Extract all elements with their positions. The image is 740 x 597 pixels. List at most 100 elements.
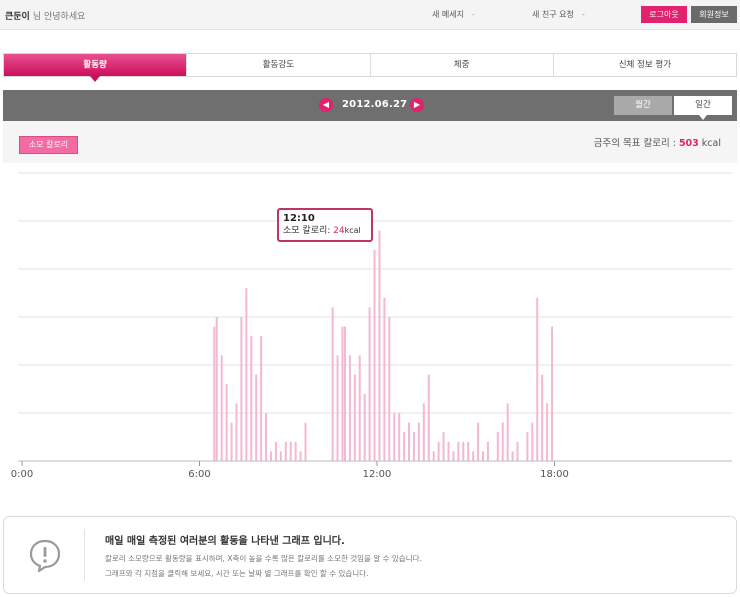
daily-view-button[interactable]: 일간 (674, 96, 732, 120)
chart-bar-1[interactable] (215, 317, 218, 461)
chart-bar-61[interactable] (541, 374, 544, 461)
chart-bar-63[interactable] (551, 326, 554, 461)
new-message-count: - (471, 10, 475, 19)
chart-bar-23[interactable] (343, 326, 346, 461)
chart-bar-51[interactable] (482, 451, 485, 461)
goal-unit: kcal (698, 138, 721, 149)
chart-bar-28[interactable] (368, 307, 371, 461)
chart-bar-15[interactable] (284, 441, 287, 461)
tooltip-value: 24 (333, 226, 345, 236)
chart-bar-44[interactable] (447, 441, 450, 461)
chart-bar-62[interactable] (546, 403, 549, 461)
current-date: 2012.06.27 (342, 99, 408, 110)
chart-bar-38[interactable] (417, 422, 420, 461)
tab-body-evaluation[interactable]: 신체 정보 평가 (554, 54, 736, 76)
chevron-right-icon: ▶ (413, 100, 421, 109)
chart-bar-56[interactable] (511, 451, 514, 461)
chart-axis: 0:00 6:00 12:00 18:00 (11, 460, 732, 480)
chart-bar-17[interactable] (294, 441, 297, 461)
chart-bar-2[interactable] (220, 355, 223, 461)
friend-request-link[interactable]: 새 친구 요청 - (532, 9, 585, 20)
chart-bar-13[interactable] (274, 441, 277, 461)
sub-bar: 소모 칼로리 금주의 목표 칼로리 : 503 kcal (3, 121, 737, 163)
chart-bar-50[interactable] (477, 422, 480, 461)
user-name: 큰둔이 (5, 12, 30, 22)
chart-bar-10[interactable] (260, 336, 263, 461)
greeting-text: 님 안녕하세요 (32, 12, 86, 22)
logout-button[interactable]: 로그아웃 (641, 6, 687, 23)
chart-bar-11[interactable] (265, 413, 268, 461)
chart-bar-53[interactable] (496, 432, 499, 461)
chart-bar-25[interactable] (353, 374, 356, 461)
chart-bar-32[interactable] (388, 317, 391, 461)
chart-bar-54[interactable] (501, 422, 504, 461)
chart-bar-34[interactable] (398, 413, 401, 461)
chart-bar-42[interactable] (437, 441, 440, 461)
chart-bar-6[interactable] (240, 317, 243, 461)
chart-bar-0[interactable] (213, 326, 216, 461)
tab-intensity[interactable]: 활동강도 (187, 54, 371, 76)
chart-bar-35[interactable] (403, 432, 406, 461)
main-tabs: 활동량 활동강도 체중 신체 정보 평가 (3, 53, 737, 82)
friend-request-count: - (581, 10, 585, 19)
member-info-button[interactable]: 회원정보 (691, 6, 737, 23)
chart-bar-31[interactable] (383, 297, 386, 461)
exclamation-icon (29, 539, 61, 572)
chart-bar-59[interactable] (531, 422, 534, 461)
chart-bar-7[interactable] (245, 288, 248, 461)
chart-bar-30[interactable] (378, 230, 381, 461)
chart-bar-8[interactable] (250, 336, 253, 461)
chart-bar-58[interactable] (526, 432, 529, 461)
chart-bar-33[interactable] (393, 413, 396, 461)
chart-bar-55[interactable] (506, 403, 509, 461)
chart-bar-43[interactable] (442, 432, 445, 461)
greeting: 큰둔이 님 안녕하세요 (5, 9, 85, 22)
chart-bar-39[interactable] (422, 403, 425, 461)
chart-bar-5[interactable] (235, 403, 238, 461)
tooltip-label: 소모 칼로리: (283, 226, 334, 236)
chart-bar-37[interactable] (412, 432, 415, 461)
tab-activity[interactable]: 활동량 (4, 54, 188, 82)
tab-weight[interactable]: 체중 (371, 54, 554, 76)
chart-bar-46[interactable] (457, 441, 460, 461)
chart-bar-45[interactable] (452, 451, 455, 461)
prev-date-button[interactable]: ◀ (319, 98, 333, 112)
chart-bar-16[interactable] (289, 441, 292, 461)
chart-bar-26[interactable] (358, 355, 361, 461)
top-bar: 큰둔이 님 안녕하세요 새 메세지 - 새 친구 요청 - 로그아웃 회원정보 (0, 0, 740, 30)
chart-bar-4[interactable] (230, 422, 233, 461)
chart-bar-49[interactable] (472, 451, 475, 461)
chart-bar-19[interactable] (304, 422, 307, 461)
chart-bar-48[interactable] (467, 441, 470, 461)
chart-bar-52[interactable] (486, 441, 489, 461)
chart-bar-47[interactable] (462, 441, 465, 461)
chart-bar-27[interactable] (363, 393, 366, 461)
chart-bar-3[interactable] (225, 384, 228, 461)
tooltip-time: 12:10 (283, 213, 315, 224)
chevron-left-icon: ◀ (322, 100, 330, 109)
chart-bar-57[interactable] (516, 441, 519, 461)
next-date-button[interactable]: ▶ (410, 98, 424, 112)
chart-bar-36[interactable] (408, 422, 411, 461)
chart-bar-24[interactable] (348, 355, 351, 461)
chart-bar-20[interactable] (331, 307, 334, 461)
chart-bar-22[interactable] (341, 326, 344, 461)
chart-bar-18[interactable] (299, 451, 302, 461)
monthly-view-button[interactable]: 월간 (614, 96, 672, 115)
weekly-goal: 금주의 목표 칼로리 : 503 kcal (594, 135, 721, 149)
chart-bar-40[interactable] (427, 374, 430, 461)
info-line-1: 칼로리 소모량으로 활동량을 표시하며, X축이 높을 수록 많은 칼로리를 소… (105, 554, 422, 563)
calorie-button[interactable]: 소모 칼로리 (19, 136, 78, 154)
goal-value: 503 (678, 138, 699, 149)
chart-bar-29[interactable] (373, 249, 376, 461)
chart-bar-9[interactable] (255, 374, 258, 461)
chart-bar-21[interactable] (336, 355, 339, 461)
new-message-link[interactable]: 새 메세지 - (432, 9, 475, 20)
chart-bar-14[interactable] (279, 451, 282, 461)
friend-request-label: 새 친구 요청 (532, 10, 574, 19)
chart-bar-12[interactable] (269, 451, 272, 461)
chart-bar-60[interactable] (536, 297, 539, 461)
new-message-label: 새 메세지 (432, 10, 464, 19)
info-box: 매일 매일 측정된 여러분의 활동을 나타낸 그래프 입니다. 칼로리 소모량으… (3, 516, 737, 594)
chart-bar-41[interactable] (432, 451, 435, 461)
